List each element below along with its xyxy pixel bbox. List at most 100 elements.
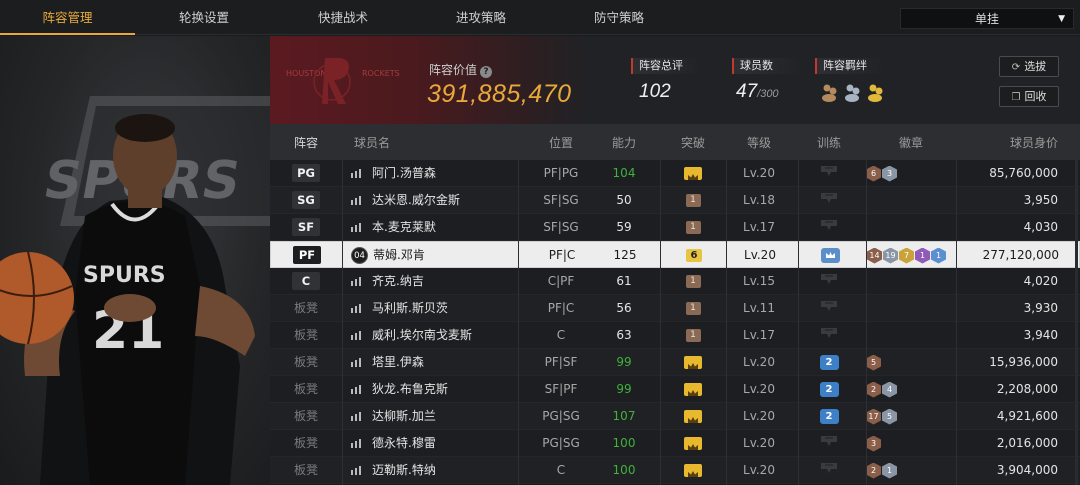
lineup-slot: PG <box>270 160 342 187</box>
tab-rotation-settings[interactable]: 轮换设置 <box>135 0 273 35</box>
column-divider <box>518 160 519 485</box>
player-name-cell[interactable]: 迈勒斯.特纳 <box>350 457 540 484</box>
stats-bars-icon[interactable] <box>350 438 364 448</box>
tab-defense-strategy[interactable]: 防守策略 <box>549 0 689 35</box>
player-ability: 59 <box>616 220 632 234</box>
stats-bars-icon[interactable] <box>350 195 364 205</box>
table-row[interactable]: 板凳 德永特.穆雷 PG|SG 100 Lv.20 3 2,016,000 <box>270 430 1080 457</box>
col-level-header[interactable]: 等级 <box>726 124 792 160</box>
col-training-header[interactable]: 训练 <box>798 124 860 160</box>
training-locked-icon <box>819 161 839 187</box>
breakthrough-cell: 1 <box>660 214 726 241</box>
table-row[interactable]: 板凳 塔里.伊森 PF|SF 99 Lv.20 2 5 15,936,000 <box>270 349 1080 376</box>
player-name: 德永特.穆雷 <box>372 436 436 450</box>
breakthrough-cell <box>660 376 726 403</box>
table-row[interactable]: 板凳 迈勒斯.特纳 C 100 Lv.20 2 1 3,904,000 <box>270 457 1080 484</box>
player-name-cell[interactable]: 狄龙.布鲁克斯 <box>350 376 540 403</box>
copy-icon: ❐ <box>1011 92 1021 103</box>
training-locked-icon <box>819 431 839 457</box>
player-price: 3,950 <box>1023 193 1058 207</box>
table-row[interactable]: 板凳 狄龙.布鲁克斯 SF|PF 99 Lv.20 2 2 4 2,208,000 <box>270 376 1080 403</box>
col-role-header[interactable]: 位置 <box>518 124 604 160</box>
badges-cell <box>866 214 956 241</box>
player-price: 4,020 <box>1023 274 1058 288</box>
player-name-cell[interactable]: 04 蒂姆.邓肯 <box>351 242 541 269</box>
player-ability: 107 <box>612 409 636 423</box>
col-breakthrough-header[interactable]: 突破 <box>660 124 726 160</box>
stats-bars-icon[interactable] <box>350 330 364 340</box>
table-row[interactable]: 板凳 达柳斯.加兰 PG|SG 107 Lv.20 2 17 5 4,921,600 <box>270 403 1080 430</box>
stats-bars-icon[interactable] <box>350 168 364 178</box>
player-name-cell[interactable]: 马利斯.斯贝茨 <box>350 295 540 322</box>
lineup-value-label-text: 阵容价值 <box>429 63 478 77</box>
select-button[interactable]: ⟳ 选拔 <box>999 56 1059 77</box>
stats-bars-icon[interactable] <box>350 303 364 313</box>
training-cell: 2 <box>798 349 860 376</box>
table-row[interactable]: PG 阿门.汤普森 PF|PG 104 Lv.20 6 3 85,760,000 <box>270 160 1080 187</box>
table-row[interactable]: PF 04 蒂姆.邓肯 PF|C 125 6 Lv.20 14 19 7 1 1 277,120,000 <box>270 241 1080 268</box>
player-name-cell[interactable]: 齐克.纳吉 <box>350 268 540 295</box>
player-level: Lv.20 <box>743 409 775 423</box>
breakthrough-level-badge: 1 <box>685 275 701 288</box>
starter-position-badge: SF <box>292 218 320 236</box>
training-locked-icon <box>819 296 839 322</box>
training-cell <box>798 430 860 457</box>
table-row[interactable]: 板凳 威利.埃尔南戈麦斯 C 63 1 Lv.17 3,940 <box>270 322 1080 349</box>
training-locked-icon <box>819 188 839 214</box>
player-name-cell[interactable]: 威利.埃尔南戈麦斯 <box>350 322 540 349</box>
bond-people-icons <box>822 84 883 102</box>
training-level-badge: 2 <box>819 409 839 424</box>
roster-table-header: 阵容 球员名 位置 能力 突破 等级 训练 徽章 球员身价 <box>270 124 1080 160</box>
mode-select[interactable]: 单挂 ▼ <box>900 8 1074 29</box>
bond-icons[interactable] <box>820 82 890 106</box>
breakthrough-cell: 1 <box>660 268 726 295</box>
player-name-cell[interactable]: 达米恩.威尔金斯 <box>350 187 540 214</box>
stats-bars-icon[interactable] <box>350 465 364 475</box>
player-name-cell[interactable]: 塔里.伊森 <box>350 349 540 376</box>
stats-bars-icon[interactable] <box>350 276 364 286</box>
breakthrough-level-badge: 6 <box>686 249 702 262</box>
stats-bars-icon[interactable] <box>350 411 364 421</box>
player-name-cell[interactable]: 达柳斯.加兰 <box>350 403 540 430</box>
tab-quick-tactics[interactable]: 快捷战术 <box>273 0 413 35</box>
col-price-header[interactable]: 球员身价 <box>956 124 1058 160</box>
badge-hex: 6 <box>866 165 881 182</box>
stats-bars-icon[interactable] <box>350 357 364 367</box>
table-scrollbar[interactable] <box>1075 160 1078 485</box>
stats-bars-icon[interactable] <box>350 384 364 394</box>
bench-label: 板凳 <box>293 463 318 477</box>
badge-hex: 2 <box>866 381 881 398</box>
player-name: 阿门.汤普森 <box>372 166 436 180</box>
player-role: SF|SG <box>543 220 579 234</box>
badges-cell: 24 <box>866 376 956 403</box>
player-name-cell[interactable]: 阿门.汤普森 <box>350 160 540 187</box>
rockets-logo: HOUSTON ROCKETS <box>286 58 400 104</box>
col-badge-header[interactable]: 徽章 <box>866 124 956 160</box>
table-row[interactable]: C 齐克.纳吉 C|PF 61 1 Lv.15 4,020 <box>270 268 1080 295</box>
breakthrough-cell: 1 <box>660 295 726 322</box>
lineup-slot: 板凳 <box>270 322 342 349</box>
player-name-cell[interactable]: 本.麦克莱默 <box>350 214 540 241</box>
help-icon[interactable]: ? <box>480 66 493 78</box>
training-locked-icon <box>819 215 839 241</box>
stats-bars-icon[interactable] <box>350 222 364 232</box>
col-name-header[interactable]: 球员名 <box>354 124 390 160</box>
recycle-button-label: 回收 <box>1024 90 1047 103</box>
table-row[interactable]: SF 本.麦克莱默 SF|SG 59 1 Lv.17 4,030 <box>270 214 1080 241</box>
recycle-button[interactable]: ❐ 回收 <box>999 86 1059 107</box>
lineup-slot: 板凳 <box>270 376 342 403</box>
badge-hex: 2 <box>866 462 881 479</box>
player-name: 达米恩.威尔金斯 <box>372 193 460 207</box>
tab-offense-strategy[interactable]: 进攻策略 <box>413 0 549 35</box>
player-name-cell[interactable]: 德永特.穆雷 <box>350 430 540 457</box>
crown-icon <box>684 464 702 477</box>
starter-position-badge: SG <box>292 191 320 209</box>
training-cell <box>799 242 861 269</box>
table-row[interactable]: 板凳 马利斯.斯贝茨 PF|C 56 1 Lv.11 3,930 <box>270 295 1080 322</box>
tab-lineup-management[interactable]: 阵容管理 <box>0 0 135 35</box>
lineup-slot: C <box>270 268 342 295</box>
col-pos-header[interactable]: 阵容 <box>270 124 342 160</box>
training-cell: 2 <box>798 403 860 430</box>
table-row[interactable]: SG 达米恩.威尔金斯 SF|SG 50 1 Lv.18 3,950 <box>270 187 1080 214</box>
col-ability-header[interactable]: 能力 <box>594 124 654 160</box>
